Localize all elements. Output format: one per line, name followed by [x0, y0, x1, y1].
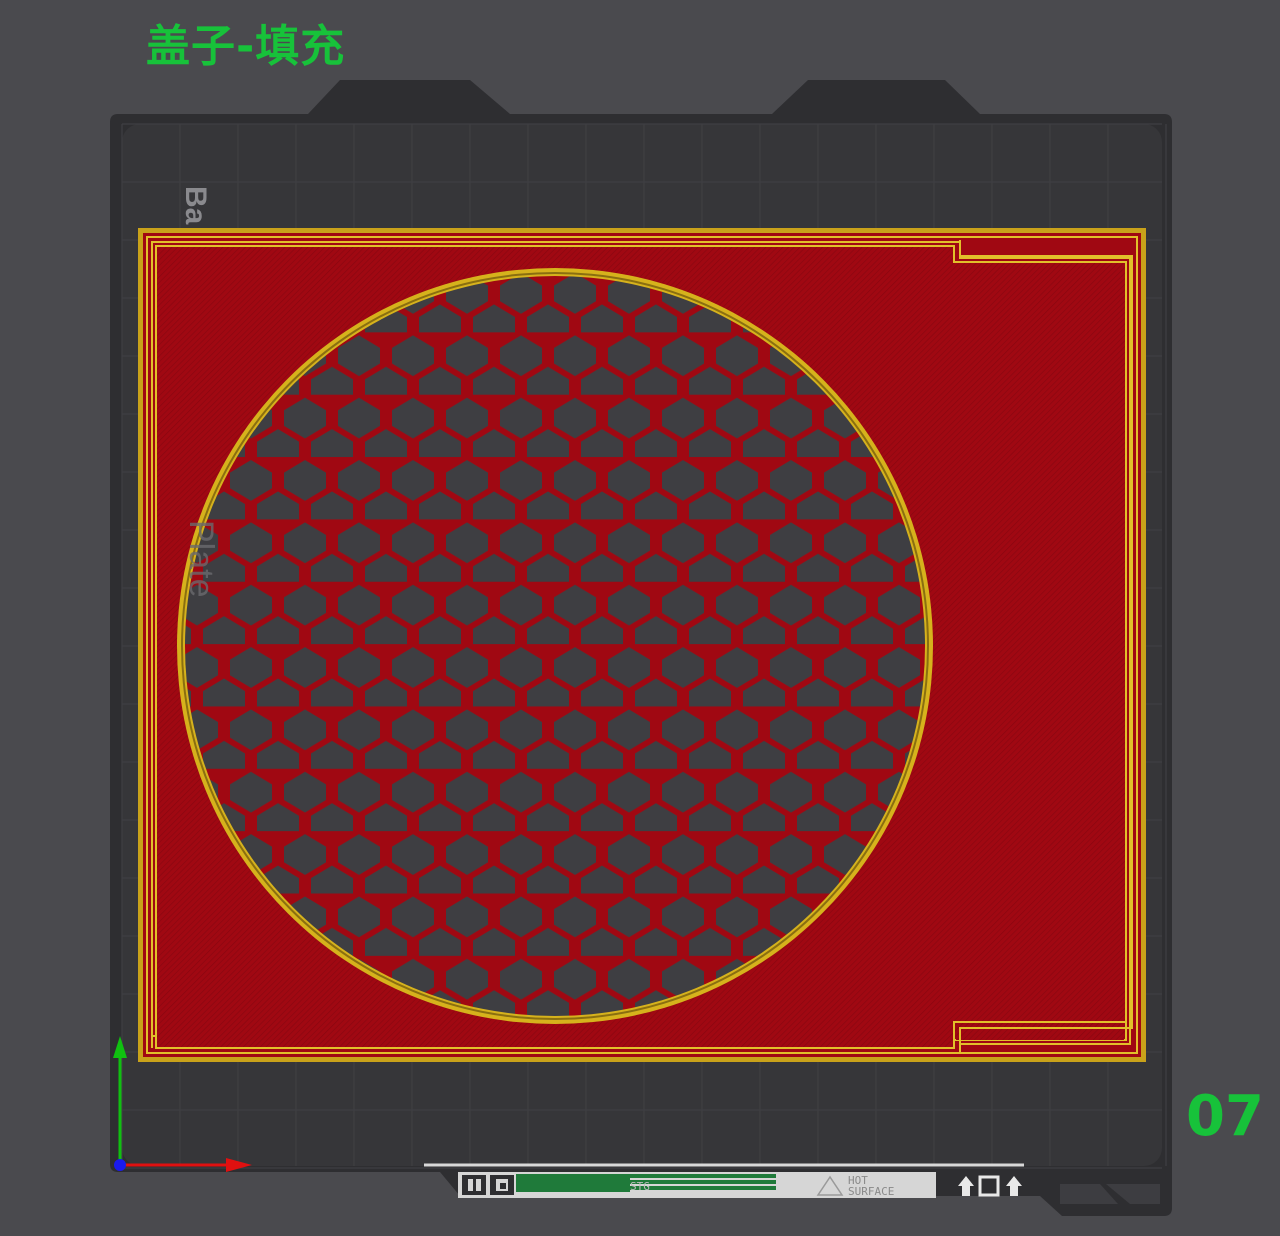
label-mid-text: STG — [630, 1180, 650, 1193]
bed-label-strip: STG HOT SURFACE — [458, 1172, 936, 1198]
part-fill-area-right — [956, 264, 1124, 1040]
build-plate-viewport[interactable]: Ba Plate STG HOT SURFACE — [0, 0, 1280, 1236]
hot-surface-line2: SURFACE — [848, 1185, 894, 1198]
bed-watermark-side: Plate — [182, 520, 220, 598]
bed-watermark-top: Ba — [179, 186, 212, 225]
